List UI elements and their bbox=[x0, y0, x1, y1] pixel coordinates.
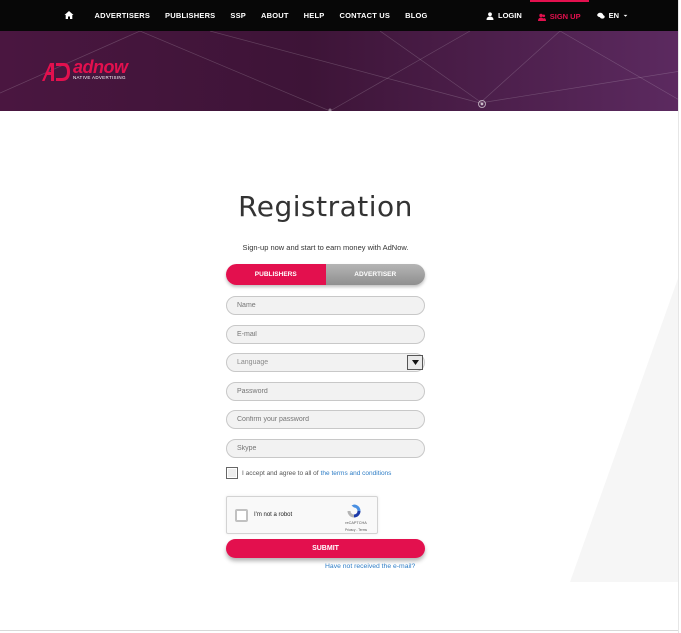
nav-advertisers[interactable]: ADVERTISERS bbox=[87, 11, 158, 20]
brand-name: adnow bbox=[73, 57, 128, 77]
recaptcha-checkbox[interactable] bbox=[235, 509, 248, 522]
home-icon bbox=[64, 10, 73, 19]
submit-button[interactable]: SUBMIT bbox=[226, 539, 425, 558]
signup-label: SIGN UP bbox=[549, 12, 581, 21]
page-title: Registration bbox=[238, 190, 413, 223]
page-subtitle: Sign-up now and start to earn money with… bbox=[242, 243, 409, 252]
nav-publishers[interactable]: PUBLISHERS bbox=[158, 11, 223, 20]
brand-tagline: NATIVE ADVERTISING bbox=[73, 75, 126, 80]
terms-checkbox[interactable] bbox=[226, 467, 238, 479]
triangle-down-icon bbox=[411, 360, 419, 365]
password-field[interactable] bbox=[226, 382, 425, 401]
email-input[interactable] bbox=[237, 331, 424, 338]
nav-about[interactable]: ABOUT bbox=[254, 11, 297, 20]
users-icon bbox=[537, 13, 546, 21]
recaptcha-brand: reCAPTCHA bbox=[345, 521, 367, 525]
footer-divider bbox=[0, 630, 681, 631]
recaptcha-widget: I'm not a robot reCAPTCHA Privacy - Term… bbox=[226, 496, 378, 534]
language-select-value: Language bbox=[237, 359, 269, 366]
recaptcha-privacy-terms[interactable]: Privacy - Terms bbox=[339, 528, 373, 532]
chat-bubbles-icon bbox=[596, 12, 605, 19]
nav-help[interactable]: HELP bbox=[296, 11, 332, 20]
adnow-logo[interactable]: adnow NATIVE ADVERTISING bbox=[40, 57, 128, 83]
user-icon bbox=[486, 11, 494, 20]
main-menu: ADVERTISERS PUBLISHERS SSP ABOUT HELP CO… bbox=[56, 0, 435, 31]
top-navigation: ADVERTISERS PUBLISHERS SSP ABOUT HELP CO… bbox=[0, 0, 681, 31]
terms-link[interactable]: the terms and conditions bbox=[321, 470, 392, 477]
home-link[interactable] bbox=[56, 10, 87, 22]
select-arrow[interactable] bbox=[407, 355, 423, 370]
signup-link[interactable]: SIGN UP bbox=[529, 0, 589, 31]
email-field[interactable] bbox=[226, 325, 425, 344]
login-link[interactable]: LOGIN bbox=[478, 0, 530, 31]
page: ADVERTISERS PUBLISHERS SSP ABOUT HELP CO… bbox=[0, 0, 681, 633]
caret-down-icon bbox=[623, 14, 628, 17]
name-field[interactable] bbox=[226, 296, 425, 315]
confirm-password-field[interactable] bbox=[226, 410, 425, 429]
name-input[interactable] bbox=[237, 302, 424, 309]
skype-field[interactable] bbox=[226, 439, 425, 458]
nav-blog[interactable]: BLOG bbox=[398, 11, 435, 20]
background-watermark bbox=[570, 270, 681, 582]
recaptcha-label: I'm not a robot bbox=[254, 512, 293, 518]
terms-row: I accept and agree to all of the terms a… bbox=[226, 467, 391, 479]
login-label: LOGIN bbox=[498, 11, 522, 20]
nav-ssp[interactable]: SSP bbox=[223, 11, 254, 20]
confirm-password-input[interactable] bbox=[237, 416, 424, 423]
header-banner: adnow NATIVE ADVERTISING bbox=[0, 31, 681, 111]
skype-input[interactable] bbox=[237, 445, 424, 452]
password-input[interactable] bbox=[237, 388, 424, 395]
nav-contact-us[interactable]: CONTACT US bbox=[332, 11, 398, 20]
adnow-logo-mark-icon bbox=[42, 63, 70, 81]
language-selector[interactable]: EN bbox=[589, 0, 636, 31]
account-type-tabs: PUBLISHERS ADVERTISER bbox=[226, 264, 425, 285]
resend-email-link[interactable]: Have not received the e-mail? bbox=[325, 563, 415, 570]
language-select[interactable]: Language bbox=[226, 353, 425, 372]
tab-publishers[interactable]: PUBLISHERS bbox=[226, 264, 326, 285]
account-menu: LOGIN SIGN UP EN bbox=[478, 0, 636, 31]
tab-advertiser[interactable]: ADVERTISER bbox=[325, 264, 425, 285]
language-label: EN bbox=[608, 11, 620, 20]
terms-text: I accept and agree to all of bbox=[242, 469, 319, 477]
recaptcha-logo-icon bbox=[347, 504, 361, 518]
logo-text: adnow NATIVE ADVERTISING bbox=[73, 57, 128, 81]
